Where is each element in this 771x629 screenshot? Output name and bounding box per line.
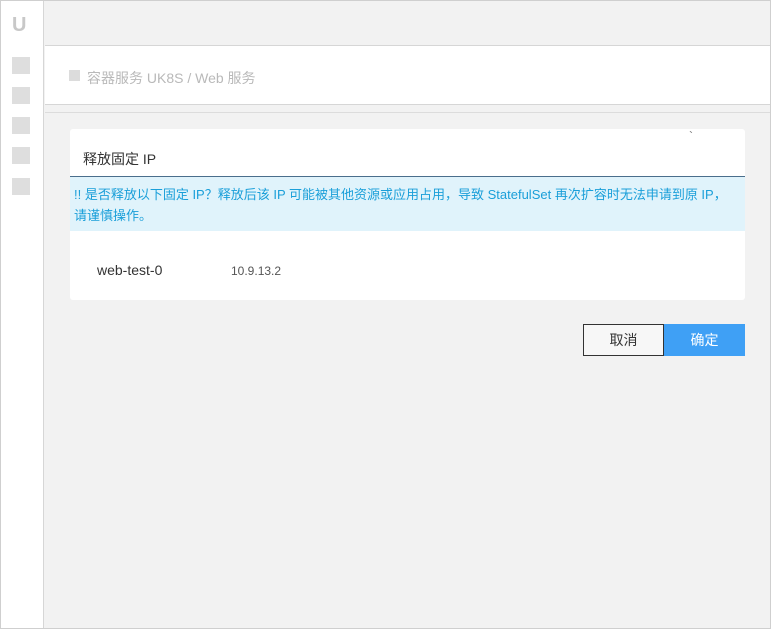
confirm-button[interactable]: 确定 <box>664 324 745 356</box>
sidebar-nav-icon-3[interactable] <box>12 117 30 134</box>
sidebar-nav-icon-4[interactable] <box>12 147 30 164</box>
page-header: 容器服务 UK8S / Web 服务 <box>45 45 771 105</box>
sidebar: U <box>0 0 44 629</box>
logo[interactable]: U <box>12 14 26 37</box>
sidebar-nav-icon-5[interactable] <box>12 178 30 195</box>
sidebar-nav-icon-1[interactable] <box>12 57 30 74</box>
warning-message: !! 是否释放以下固定 IP？释放后该 IP 可能被其他资源或应用占用，导致 S… <box>70 177 745 231</box>
cancel-button[interactable]: 取消 <box>583 324 664 356</box>
breadcrumb[interactable]: 容器服务 UK8S / Web 服务 <box>87 68 256 88</box>
pod-name: web-test-0 <box>97 262 163 278</box>
sidebar-nav-icon-2[interactable] <box>12 87 30 104</box>
breadcrumb-icon <box>69 70 80 81</box>
release-ip-dialog: ` 释放固定 IP !! 是否释放以下固定 IP？释放后该 IP 可能被其他资源… <box>70 129 745 300</box>
pod-ip: 10.9.13.2 <box>231 264 282 278</box>
tick-mark: ` <box>689 129 693 143</box>
dialog-title: 释放固定 IP <box>83 151 157 167</box>
content-divider <box>45 112 771 113</box>
